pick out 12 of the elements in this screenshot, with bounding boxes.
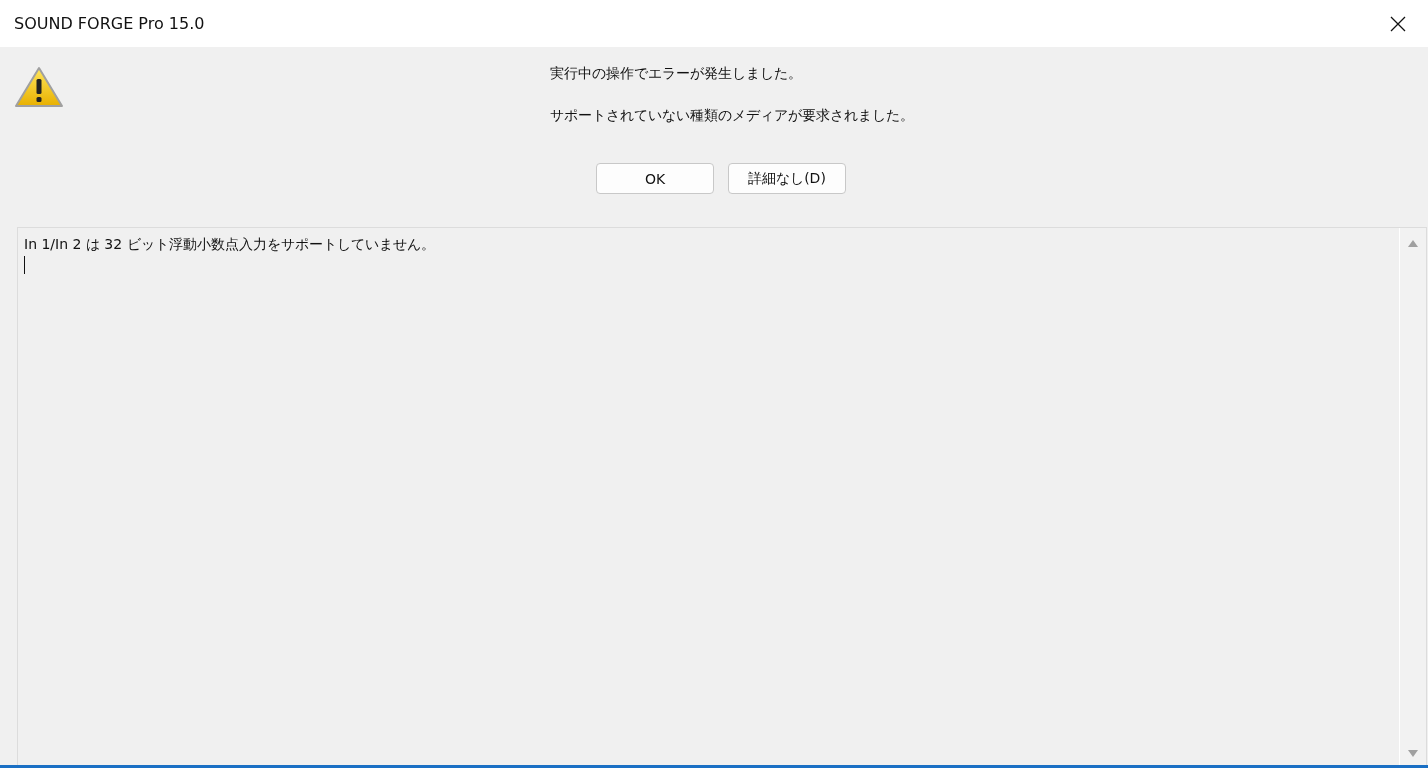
window-title: SOUND FORGE Pro 15.0 [14,14,205,33]
ok-button[interactable]: OK [596,163,714,194]
details-text: In 1/In 2 は 32 ビット浮動小数点入力をサポートしていません。 [24,236,435,252]
close-icon [1390,15,1406,32]
warning-icon [14,66,64,108]
error-message: 実行中の操作でエラーが発生しました。 [550,65,803,83]
scroll-up-arrow-icon[interactable] [1407,238,1419,248]
details-button[interactable]: 詳細なし(D) [728,163,846,194]
scroll-down-arrow-icon[interactable] [1407,749,1419,759]
details-field[interactable]: In 1/In 2 は 32 ビット浮動小数点入力をサポートしていません。 [17,227,1427,765]
text-cursor [24,256,25,274]
error-message: サポートされていない種類のメディアが要求されました。 [550,107,914,125]
